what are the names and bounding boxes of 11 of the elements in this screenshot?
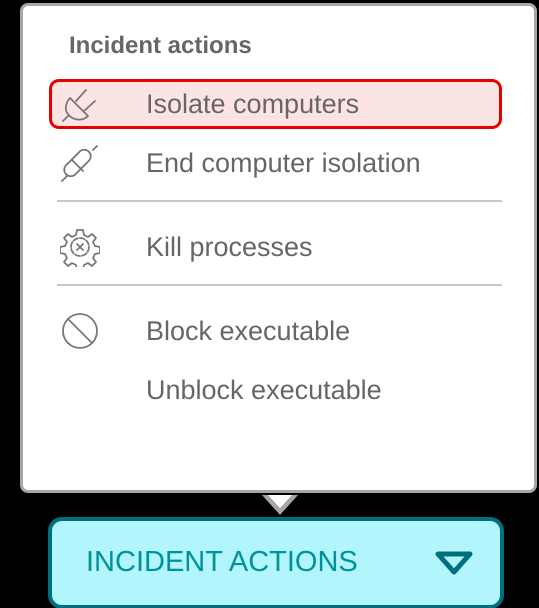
block-icon: [60, 310, 100, 351]
menu-item[interactable]: Isolate computers: [49, 78, 502, 129]
menu-item[interactable]: Unblock executable: [49, 364, 502, 415]
menu-item[interactable]: Kill processes: [49, 222, 502, 272]
menu-title: Incident actions: [69, 32, 253, 61]
incident-actions-button[interactable]: INCIDENT ACTIONS: [48, 517, 504, 608]
gear-x-icon: [60, 226, 100, 267]
menu-item[interactable]: Block executable: [49, 306, 502, 356]
caret-icon: [434, 550, 474, 576]
menu-item[interactable]: End computer isolation: [49, 138, 502, 188]
pill-plug-icon: [60, 142, 100, 183]
